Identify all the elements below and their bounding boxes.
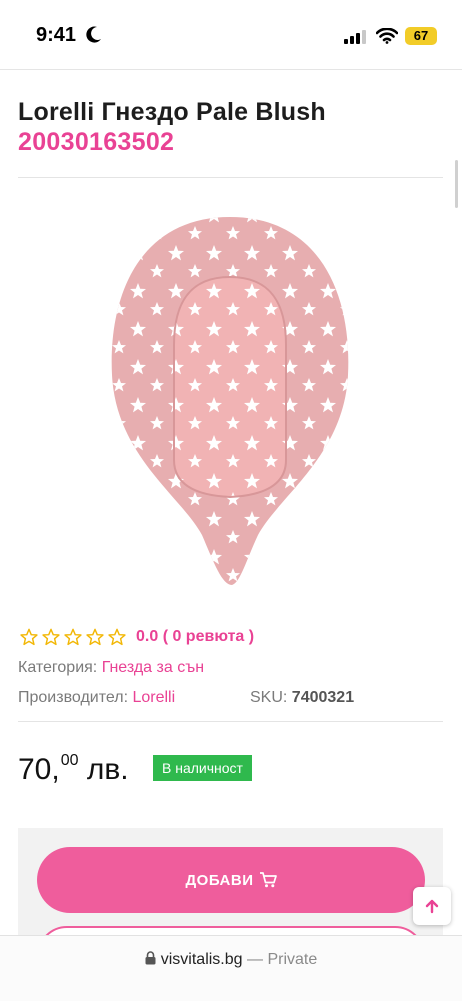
status-bar: 9:41 67 [0, 0, 462, 70]
sku-value: 7400321 [291, 689, 355, 706]
category-row: Категория: Гнезда за сън [18, 659, 204, 677]
star-icon [42, 628, 60, 646]
manufacturer-link[interactable]: Lorelli [132, 689, 175, 706]
product-title: Lorelli Гнездо Pale Blush [18, 98, 326, 126]
product-image[interactable] [90, 205, 370, 605]
cart-icon [259, 872, 277, 888]
divider [18, 177, 443, 178]
wifi-icon [375, 27, 399, 49]
moon-icon [86, 26, 102, 49]
stock-badge: В наличност [153, 755, 252, 781]
add-to-cart-button[interactable]: ДОБАВИ [37, 847, 425, 913]
price-currency: лв. [86, 753, 129, 786]
scroll-top-button[interactable] [413, 887, 451, 925]
manufacturer-label: Производител: [18, 689, 129, 706]
arrow-up-icon [424, 898, 440, 914]
product-code: 20030163502 [18, 128, 175, 156]
lock-icon [145, 951, 156, 970]
divider [18, 721, 443, 722]
sku-row: SKU: 7400321 [250, 689, 354, 707]
reviews-link[interactable]: 0.0 ( 0 ревюта ) [136, 628, 254, 646]
price-cents: 00 [60, 752, 79, 769]
star-icon [86, 628, 104, 646]
star-icon [64, 628, 82, 646]
add-to-cart-label: ДОБАВИ [185, 871, 254, 889]
url-domain: visvitalis.bg [160, 951, 243, 968]
battery-indicator: 67 [405, 27, 437, 45]
category-label: Категория: [18, 659, 98, 676]
manufacturer-row: Производител: Lorelli [18, 689, 175, 707]
scrollbar[interactable] [455, 160, 458, 208]
rating[interactable]: 0.0 ( 0 ревюта ) [20, 628, 254, 646]
star-icon [20, 628, 38, 646]
url-display[interactable]: visvitalis.bg — Private [0, 951, 462, 970]
category-link[interactable]: Гнезда за сън [102, 659, 204, 676]
sku-label: SKU: [250, 689, 288, 706]
price-main: 70, [18, 753, 60, 786]
header-divider [0, 69, 462, 70]
price: 70,00 лв. [18, 752, 129, 787]
status-time: 9:41 [36, 24, 77, 46]
rating-stars [20, 628, 126, 646]
signal-icon [344, 30, 368, 49]
url-privacy: — Private [247, 951, 318, 968]
star-icon [108, 628, 126, 646]
